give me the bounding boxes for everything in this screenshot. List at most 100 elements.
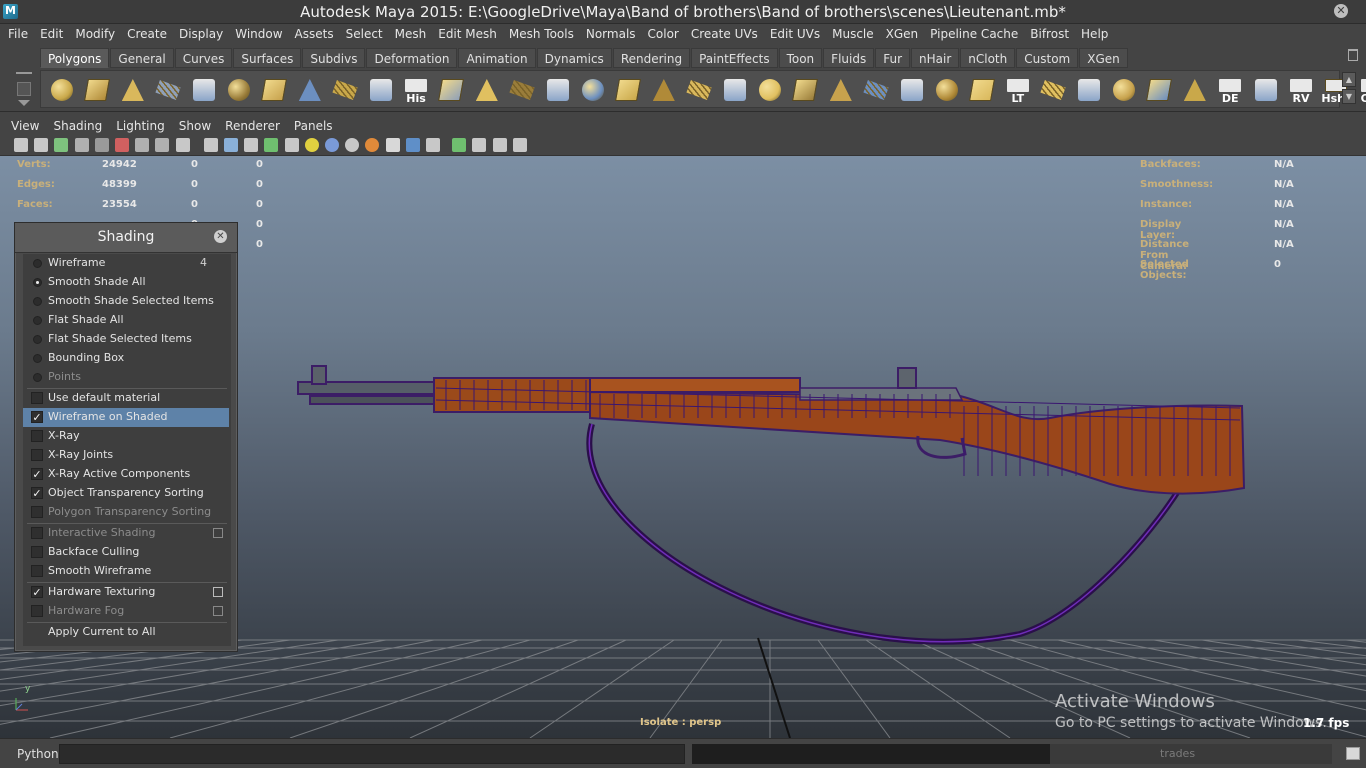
shelf-scroll-down-icon[interactable]: ▼ (1342, 89, 1356, 104)
merge-vertices-icon[interactable] (613, 75, 643, 105)
radio-icon[interactable] (33, 259, 42, 268)
shading-item-object-transparency-sorting[interactable]: ✓ Object Transparency Sorting (23, 484, 229, 503)
shelf-tab-xgen[interactable]: XGen (1079, 48, 1128, 68)
shelf-tab-fluids[interactable]: Fluids (823, 48, 875, 68)
paint-tool-icon[interactable] (826, 75, 856, 105)
split-polygon-icon[interactable] (507, 75, 537, 105)
shading-item-x-ray-joints[interactable]: X-Ray Joints (23, 446, 229, 465)
isolate-select-icon[interactable] (325, 138, 339, 152)
menu-display[interactable]: Display (173, 27, 229, 41)
shelf-tab-ncloth[interactable]: nCloth (960, 48, 1016, 68)
menu-modify[interactable]: Modify (69, 27, 121, 41)
shadows-icon[interactable] (304, 138, 319, 152)
transform-icon[interactable] (897, 75, 927, 105)
checkbox-icon[interactable]: ✓ (31, 411, 43, 423)
cut-uv-icon[interactable] (1109, 75, 1139, 105)
delete-edge-icon[interactable]: DE (1215, 75, 1245, 105)
command-input[interactable] (59, 744, 685, 764)
radio-icon[interactable] (33, 297, 42, 306)
checkbox-icon[interactable] (31, 605, 43, 617)
panel-menu-renderer[interactable]: Renderer (218, 119, 287, 133)
shading-item-hardware-texturing[interactable]: ✓ Hardware Texturing (23, 583, 229, 602)
insert-edge-loop-icon[interactable] (684, 75, 714, 105)
menu-color[interactable]: Color (642, 27, 685, 41)
menu-create-uvs[interactable]: Create UVs (685, 27, 764, 41)
menu-mesh-tools[interactable]: Mesh Tools (503, 27, 580, 41)
panel-menu-panels[interactable]: Panels (287, 119, 340, 133)
default-material-icon[interactable] (244, 138, 259, 152)
shelf-tab-deformation[interactable]: Deformation (366, 48, 458, 68)
menu-mesh[interactable]: Mesh (389, 27, 433, 41)
menu-file[interactable]: File (2, 27, 34, 41)
single-view-icon[interactable] (492, 138, 507, 152)
menu-edit[interactable]: Edit (34, 27, 69, 41)
shading-item-apply-current-to-all[interactable]: Apply Current to All (23, 623, 229, 642)
shading-item-flat-shade-selected-items[interactable]: Flat Shade Selected Items (23, 330, 229, 349)
shelf-tab-general[interactable]: General (110, 48, 174, 68)
shelf-options[interactable] (8, 50, 38, 110)
panel-menu-view[interactable]: View (4, 119, 46, 133)
grease-pencil-icon[interactable] (115, 138, 129, 152)
bridge-icon[interactable] (543, 75, 573, 105)
motion-blur-icon[interactable] (385, 138, 400, 152)
grid-toggle-icon[interactable] (135, 138, 150, 152)
script-editor-icon[interactable] (1346, 747, 1360, 760)
radio-icon[interactable] (33, 354, 42, 363)
menu-help[interactable]: Help (1075, 27, 1114, 41)
shading-item-use-default-material[interactable]: Use default material (23, 389, 229, 408)
film-gate-icon[interactable] (155, 138, 170, 152)
bookmark-icon[interactable] (54, 138, 69, 152)
menu-create[interactable]: Create (121, 27, 173, 41)
select-objects-icon[interactable] (452, 138, 467, 152)
depth-of-field-icon[interactable] (426, 138, 440, 152)
smooth-uv-icon[interactable] (1074, 75, 1104, 105)
shading-item-wireframe-on-shaded[interactable]: ✓ Wireframe on Shaded (23, 408, 229, 427)
uv-editor-icon[interactable] (755, 75, 785, 105)
textured-icon[interactable] (264, 138, 279, 152)
poly-cone-icon[interactable] (153, 75, 183, 105)
layout-uv-icon[interactable]: LT (1003, 75, 1033, 105)
menu-select[interactable]: Select (340, 27, 389, 41)
trash-icon[interactable] (1348, 49, 1358, 61)
shelf-scroll[interactable]: ▲ ▼ (1342, 72, 1356, 106)
sculpt-tool-icon[interactable] (790, 75, 820, 105)
checkbox-icon[interactable]: ✓ (31, 487, 43, 499)
command-language-toggle[interactable]: Python (17, 747, 59, 761)
shading-item-flat-shade-all[interactable]: Flat Shade All (23, 311, 229, 330)
shelf-tab-nhair[interactable]: nHair (911, 48, 960, 68)
shading-item-smooth-wireframe[interactable]: Smooth Wireframe (23, 562, 229, 581)
image-plane-icon[interactable] (74, 138, 89, 152)
checkbox-icon[interactable] (31, 527, 43, 539)
smooth-shade-icon[interactable] (224, 138, 238, 152)
panel-layout-icon[interactable] (472, 138, 487, 152)
checkbox-icon[interactable]: ✓ (31, 586, 43, 598)
checkbox-icon[interactable] (31, 392, 43, 404)
extrude-icon[interactable] (472, 75, 502, 105)
menu-xgen[interactable]: XGen (880, 27, 925, 41)
two-d-pan-icon[interactable] (94, 138, 109, 152)
shelf-tab-toon[interactable]: Toon (778, 48, 823, 68)
shelf-tab-painteffects[interactable]: PaintEffects (691, 48, 778, 68)
wireframe-icon[interactable] (203, 138, 218, 152)
window-close-button[interactable]: ✕ (1334, 4, 1348, 18)
shading-panel-header[interactable]: Shading ✕ (15, 223, 237, 253)
sculpt-geometry-icon[interactable] (366, 75, 396, 105)
move-sew-uv-icon[interactable] (1180, 75, 1210, 105)
unfold-uv-icon[interactable] (1038, 75, 1068, 105)
shelf-tab-rendering[interactable]: Rendering (612, 48, 691, 68)
shelf-tab-fur[interactable]: Fur (875, 48, 911, 68)
poly-pyramid-icon[interactable] (259, 75, 289, 105)
menu-normals[interactable]: Normals (580, 27, 642, 41)
planar-mapping-icon[interactable] (720, 75, 750, 105)
poly-cube-icon[interactable] (82, 75, 112, 105)
shading-item-backface-culling[interactable]: Backface Culling (23, 543, 229, 562)
lights-icon[interactable] (284, 138, 299, 152)
poly-torus-icon[interactable] (224, 75, 254, 105)
bevel-icon[interactable] (649, 75, 679, 105)
sew-uv-icon[interactable] (1144, 75, 1174, 105)
checkbox-icon[interactable]: ✓ (31, 468, 43, 480)
shading-item-x-ray[interactable]: X-Ray (23, 427, 229, 446)
share-icon[interactable] (512, 138, 527, 152)
menu-edit-mesh[interactable]: Edit Mesh (432, 27, 503, 41)
anti-alias-icon[interactable] (405, 138, 420, 152)
